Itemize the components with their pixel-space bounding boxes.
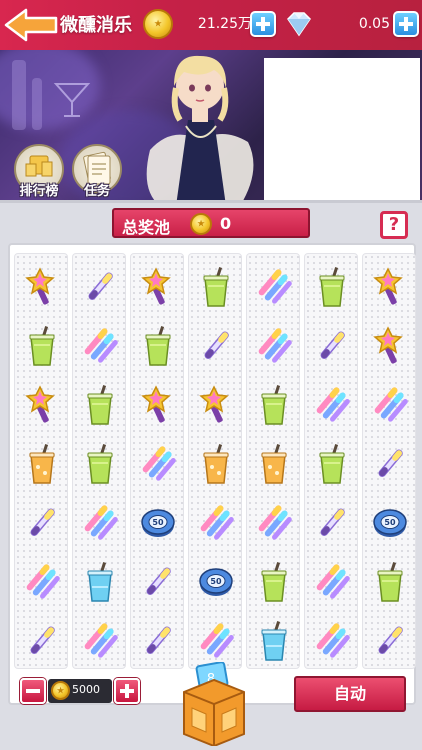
money-value: 21.25万 — [197, 16, 252, 32]
lightstick-icon — [15, 612, 69, 670]
lightstick-icon — [363, 435, 417, 493]
drink-green-icon — [73, 435, 127, 493]
lightstick-icon — [305, 494, 359, 552]
add-gem-button[interactable] — [393, 11, 419, 37]
drink-blue-icon — [73, 553, 127, 611]
reel-column — [72, 253, 126, 669]
chip-icon: 50 — [131, 494, 185, 552]
lightstick-icon — [363, 612, 417, 670]
glowsticks-icon — [189, 494, 243, 552]
help-button[interactable]: ? — [380, 211, 408, 239]
drink-green-icon — [73, 376, 127, 434]
glowsticks-icon — [73, 612, 127, 670]
svg-text:50: 50 — [152, 518, 164, 527]
wand-icon — [131, 258, 185, 316]
lightstick-icon — [305, 317, 359, 375]
spin-chest-button[interactable]: 8 — [178, 662, 250, 746]
drink-green-icon — [305, 435, 359, 493]
drink-orange-icon — [189, 435, 243, 493]
back-arrow-icon[interactable] — [4, 8, 58, 42]
gem-value: 0.05 — [358, 16, 390, 32]
top-bar: 微醺消乐 21.25万 0.05 — [0, 0, 422, 50]
character-portrait — [146, 55, 254, 206]
auto-button[interactable]: 自动 — [294, 676, 406, 712]
glowsticks-icon — [247, 494, 301, 552]
bet-display: 5000 — [48, 679, 112, 703]
chip-icon: 50 — [363, 494, 417, 552]
glowsticks-icon — [247, 258, 301, 316]
glowsticks-icon — [305, 553, 359, 611]
glowsticks-icon — [305, 376, 359, 434]
drink-green-icon — [189, 258, 243, 316]
diamond-icon — [287, 12, 311, 37]
wand-icon — [131, 376, 185, 434]
drink-green-icon — [363, 553, 417, 611]
lightstick-icon — [73, 258, 127, 316]
reel-column — [14, 253, 68, 669]
reel-column: 50 — [188, 253, 242, 669]
reel-column — [246, 253, 300, 669]
bet-value: 5000 — [72, 683, 100, 696]
reel-grid: 50 50 50 — [8, 243, 416, 705]
glowsticks-icon — [305, 612, 359, 670]
page-title: 微醺消乐 — [60, 15, 132, 36]
wand-icon — [15, 376, 69, 434]
prize-pool-label: 总奖池 — [122, 218, 171, 237]
glowsticks-icon — [73, 317, 127, 375]
drink-green-icon — [247, 553, 301, 611]
coin-icon — [51, 681, 70, 700]
glowsticks-icon — [131, 435, 185, 493]
glowsticks-icon — [73, 494, 127, 552]
drink-green-icon — [305, 258, 359, 316]
svg-text:50: 50 — [384, 518, 396, 527]
wand-icon — [363, 317, 417, 375]
svg-text:50: 50 — [210, 577, 222, 586]
reel-column — [304, 253, 358, 669]
prize-pool-bar: 总奖池 0 — [112, 208, 310, 238]
reel-column: 50 — [130, 253, 184, 669]
glowsticks-icon — [363, 376, 417, 434]
drink-orange-icon — [247, 435, 301, 493]
chip-icon: 50 — [189, 553, 243, 611]
lightstick-icon — [189, 317, 243, 375]
drink-green-icon — [15, 317, 69, 375]
reel-column: 50 — [362, 253, 416, 669]
lightstick-icon — [131, 553, 185, 611]
wand-icon — [15, 258, 69, 316]
ranking-label: 排行榜 — [19, 184, 59, 199]
wand-icon — [189, 376, 243, 434]
drink-green-icon — [131, 317, 185, 375]
lightstick-icon — [15, 494, 69, 552]
glowsticks-icon — [247, 317, 301, 375]
drink-green-icon — [247, 376, 301, 434]
glass-decoration — [53, 83, 91, 117]
bet-decrease-button[interactable] — [20, 678, 46, 704]
glowsticks-icon — [15, 553, 69, 611]
bet-increase-button[interactable] — [114, 678, 140, 704]
tasks-label: 任务 — [83, 184, 110, 199]
drink-blue-icon — [247, 612, 301, 670]
coin-icon — [190, 213, 212, 235]
drink-orange-icon — [15, 435, 69, 493]
hero-banner: 排行榜 任务 — [0, 50, 422, 206]
info-panel — [264, 58, 420, 202]
wand-icon — [363, 258, 417, 316]
lightstick-icon — [131, 612, 185, 670]
add-money-button[interactable] — [250, 11, 276, 37]
prize-pool-value: 0 — [220, 214, 232, 233]
coin-icon — [143, 9, 173, 39]
